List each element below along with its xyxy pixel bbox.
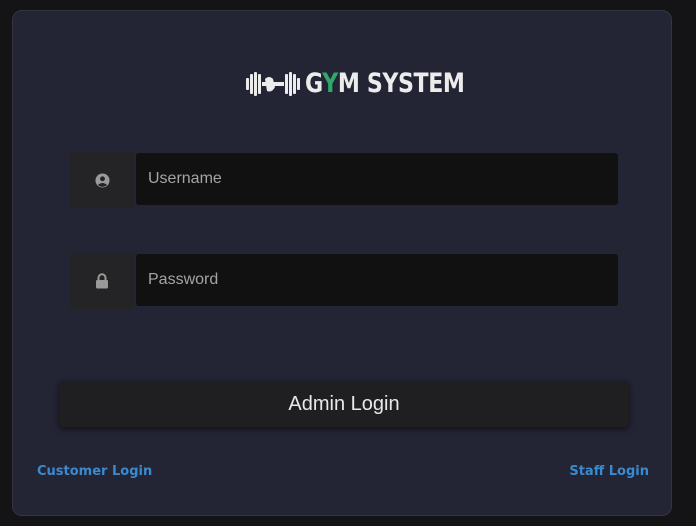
username-addon — [70, 152, 134, 208]
password-addon — [70, 253, 134, 309]
login-card: GYM SYSTEM Admin Login Customer Login St… — [12, 10, 672, 516]
user-circle-icon — [94, 172, 110, 188]
password-field-group — [70, 253, 618, 309]
password-input[interactable] — [136, 254, 618, 306]
logo: GYM SYSTEM — [245, 67, 500, 101]
dumbbell-icon — [246, 72, 300, 96]
logo-text: GYM SYSTEM — [305, 68, 465, 99]
admin-login-button[interactable]: Admin Login — [59, 381, 629, 427]
staff-login-link[interactable]: Staff Login — [569, 464, 649, 479]
username-field-group — [70, 152, 618, 208]
username-input[interactable] — [136, 153, 618, 205]
lock-icon — [96, 273, 108, 289]
customer-login-link[interactable]: Customer Login — [37, 464, 152, 479]
